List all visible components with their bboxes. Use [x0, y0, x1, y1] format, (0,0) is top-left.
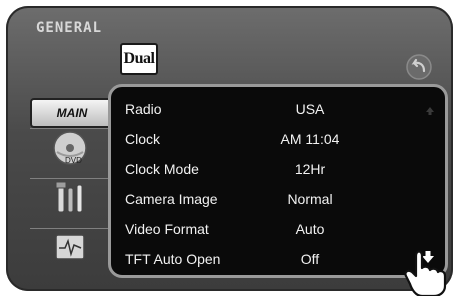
panel-title: GENERAL: [36, 20, 103, 36]
disc-dvd-icon: DVD: [53, 131, 87, 165]
setting-label: Clock: [125, 131, 161, 147]
setting-value: Auto: [295, 221, 325, 237]
side-tabs: MAIN DVD: [30, 90, 114, 276]
svg-text:DVD: DVD: [65, 156, 82, 165]
tab-waveform[interactable]: [30, 228, 110, 267]
setting-label: Camera Image: [125, 191, 218, 207]
setting-value: 12Hr: [294, 161, 326, 177]
setting-value: Normal: [287, 191, 333, 207]
settings-list: Radio USA Clock AM 11:04 Clock Mode 12Hr…: [108, 84, 448, 278]
setting-row-tft-auto-open[interactable]: TFT Auto Open Off: [125, 245, 425, 273]
setting-row-radio[interactable]: Radio USA: [125, 95, 425, 123]
setting-label: TFT Auto Open: [125, 251, 221, 267]
tools-icon: [55, 181, 83, 213]
back-button[interactable]: [404, 52, 434, 82]
waveform-icon: [55, 234, 85, 260]
tab-tools[interactable]: [30, 178, 110, 217]
arrow-up-icon: [426, 107, 434, 115]
setting-value: Off: [300, 251, 320, 267]
touch-hand-icon: [404, 250, 447, 296]
setting-value: USA: [295, 101, 325, 117]
setting-label: Radio: [125, 101, 162, 117]
brand-logo: Dual: [120, 43, 158, 75]
setting-row-clock-mode[interactable]: Clock Mode 12Hr: [125, 155, 425, 183]
back-arrow-icon: [406, 54, 432, 80]
tab-disc-dvd[interactable]: DVD: [30, 128, 110, 167]
tab-main[interactable]: MAIN: [30, 98, 114, 128]
setting-value: AM 11:04: [280, 131, 340, 147]
setting-label: Clock Mode: [125, 161, 199, 177]
setting-row-camera-image[interactable]: Camera Image Normal: [125, 185, 425, 213]
setting-row-clock[interactable]: Clock AM 11:04: [125, 125, 425, 153]
setting-label: Video Format: [125, 221, 209, 237]
scroll-up-button[interactable]: [425, 103, 435, 121]
setting-row-video-format[interactable]: Video Format Auto: [125, 215, 425, 243]
head-unit-bezel: GENERAL Dual MAIN DVD Radio USA Clock AM…: [6, 6, 453, 291]
tab-main-label: MAIN: [56, 106, 88, 120]
